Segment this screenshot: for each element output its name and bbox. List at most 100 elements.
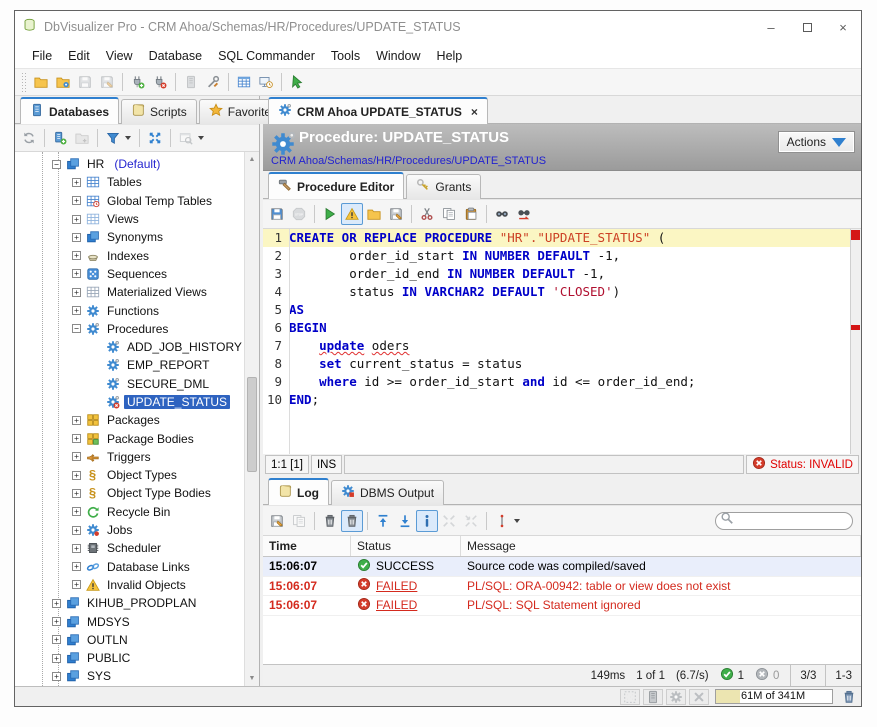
save-procedure-icon[interactable] (266, 203, 288, 225)
refresh-icon[interactable] (18, 127, 40, 149)
dropdown-caret-icon[interactable] (125, 136, 131, 140)
maximize-button[interactable] (789, 11, 825, 43)
code-line-8[interactable]: 8 set current_status = status (263, 355, 861, 373)
dropdown-caret-icon[interactable] (514, 519, 520, 523)
tree-item-kihub-prodplan[interactable]: +KIHUB_PRODPLAN (15, 594, 244, 612)
show-errors-icon[interactable] (341, 203, 363, 225)
expand-toggle-icon[interactable]: + (52, 635, 61, 644)
tree-item-secure-dml[interactable]: SECURE_DML (15, 375, 244, 393)
menu-database[interactable]: Database (141, 46, 211, 66)
code-area[interactable]: 1CREATE OR REPLACE PROCEDURE "HR"."UPDAT… (263, 229, 861, 409)
tab-scripts[interactable]: Scripts (121, 99, 197, 124)
clear-selected-icon[interactable] (319, 510, 341, 532)
tree-item-invalid-objects[interactable]: +Invalid Objects (15, 576, 244, 594)
tab-procedure-editor[interactable]: Procedure Editor (268, 172, 404, 199)
expand-toggle-icon[interactable]: + (72, 489, 81, 498)
tab-crm-ahoa-update-status[interactable]: CRM Ahoa UPDATE_STATUS × (268, 97, 488, 124)
export-log-icon[interactable] (266, 510, 288, 532)
open-recent-icon[interactable] (52, 71, 74, 93)
tree-item-package-bodies[interactable]: +Package Bodies (15, 429, 244, 447)
tree-item-indexes[interactable]: +Indexes (15, 246, 244, 264)
expand-toggle-icon[interactable]: + (72, 562, 81, 571)
column-message[interactable]: Message (461, 536, 861, 556)
expand-toggle-icon[interactable]: + (52, 599, 61, 608)
scroll-top-icon[interactable] (372, 510, 394, 532)
tree-item-scheduler[interactable]: +Scheduler (15, 539, 244, 557)
expand-toggle-icon[interactable]: + (72, 306, 81, 315)
tab-log[interactable]: Log (268, 478, 329, 505)
tree-item-packages[interactable]: +Packages (15, 411, 244, 429)
breadcrumb[interactable]: CRM Ahoa/Schemas/HR/Procedures/UPDATE_ST… (271, 155, 546, 167)
tree-item-tables[interactable]: +Tables (15, 173, 244, 191)
expand-toggle-icon[interactable]: + (72, 233, 81, 242)
scroll-down-arrow-icon[interactable]: ▼ (245, 671, 259, 686)
menu-edit[interactable]: Edit (60, 46, 98, 66)
connect-icon[interactable] (127, 71, 149, 93)
expand-toggle-icon[interactable]: + (52, 672, 61, 681)
load-from-file-icon[interactable] (363, 203, 385, 225)
column-time[interactable]: Time (263, 536, 351, 556)
error-mark[interactable] (851, 325, 860, 330)
expand-toggle-icon[interactable]: + (72, 215, 81, 224)
tree-item-global-temp-tables[interactable]: +Global Temp Tables (15, 192, 244, 210)
copy-icon[interactable] (438, 203, 460, 225)
code-line-3[interactable]: 3 order_id_end IN NUMBER DEFAULT -1, (263, 265, 861, 283)
expand-toggle-icon[interactable]: + (72, 526, 81, 535)
expand-toggle-icon[interactable]: + (72, 178, 81, 187)
scroll-up-arrow-icon[interactable]: ▲ (245, 152, 259, 167)
close-tab-icon[interactable]: × (471, 105, 478, 119)
scrollbar-thumb[interactable] (247, 377, 257, 472)
code-line-1[interactable]: 1CREATE OR REPLACE PROCEDURE "HR"."UPDAT… (263, 229, 861, 247)
expand-toggle-icon[interactable]: + (72, 544, 81, 553)
title-bar[interactable]: DbVisualizer Pro - CRM Ahoa/Schemas/HR/P… (15, 11, 861, 43)
find-icon[interactable] (491, 203, 513, 225)
expand-toggle-icon[interactable]: + (72, 416, 81, 425)
expand-toggle-icon[interactable]: + (72, 507, 81, 516)
menu-sql-commander[interactable]: SQL Commander (210, 46, 323, 66)
code-line-7[interactable]: 7 update oders (263, 337, 861, 355)
expand-toggle-icon[interactable]: + (72, 471, 81, 480)
tree-item-sys[interactable]: +SYS (15, 667, 244, 685)
code-line-2[interactable]: 2 order_id_start IN NUMBER DEFAULT -1, (263, 247, 861, 265)
open-file-icon[interactable] (30, 71, 52, 93)
error-mark[interactable] (851, 230, 860, 240)
expand-toggle-icon[interactable]: + (72, 196, 81, 205)
dropdown-caret-icon[interactable] (198, 136, 204, 140)
code-line-10[interactable]: 10END; (263, 391, 861, 409)
show-info-icon[interactable] (416, 510, 438, 532)
tool-properties-icon[interactable] (202, 71, 224, 93)
collapse-all-icon[interactable] (144, 127, 166, 149)
monitor-icon[interactable] (255, 71, 277, 93)
tree-item-hr[interactable]: −HR(Default) (15, 155, 244, 173)
run-gc-trash-icon[interactable] (842, 690, 856, 704)
find-replace-icon[interactable] (513, 203, 535, 225)
minimize-button[interactable]: – (753, 11, 789, 43)
cut-icon[interactable] (416, 203, 438, 225)
toolbar-grip[interactable] (21, 72, 27, 92)
tree-item-update-status[interactable]: UPDATE_STATUS (15, 393, 244, 411)
tree-item-triggers[interactable]: +Triggers (15, 448, 244, 466)
tree-item-synonyms[interactable]: +Synonyms (15, 228, 244, 246)
code-line-9[interactable]: 9 where id >= order_id_start and id <= o… (263, 373, 861, 391)
expand-toggle-icon[interactable]: + (72, 269, 81, 278)
tree-item-object-types[interactable]: +§Object Types (15, 466, 244, 484)
tree-item-functions[interactable]: +Functions (15, 301, 244, 319)
log-search-input[interactable] (715, 512, 853, 530)
expand-toggle-icon[interactable]: + (72, 452, 81, 461)
column-status[interactable]: Status (351, 536, 461, 556)
tree-item-add-job-history[interactable]: ADD_JOB_HISTORY (15, 338, 244, 356)
create-connection-icon[interactable] (49, 127, 71, 149)
close-button[interactable]: × (825, 11, 861, 43)
paste-icon[interactable] (460, 203, 482, 225)
expand-toggle-icon[interactable]: + (72, 434, 81, 443)
memory-indicator[interactable]: 61M of 341M (715, 689, 833, 704)
log-row[interactable]: 15:06:07FAILEDPL/SQL: SQL Statement igno… (263, 596, 861, 616)
code-line-6[interactable]: 6BEGIN (263, 319, 861, 337)
filter-icon[interactable] (102, 127, 124, 149)
tree-item-procedures[interactable]: −Procedures (15, 320, 244, 338)
expand-toggle-icon[interactable]: + (72, 288, 81, 297)
expand-toggle-icon[interactable]: + (72, 251, 81, 260)
expand-toggle-icon[interactable]: + (52, 617, 61, 626)
tree-scrollbar[interactable]: ▲ ▼ (244, 152, 259, 686)
collapse-toggle-icon[interactable]: − (52, 160, 61, 169)
